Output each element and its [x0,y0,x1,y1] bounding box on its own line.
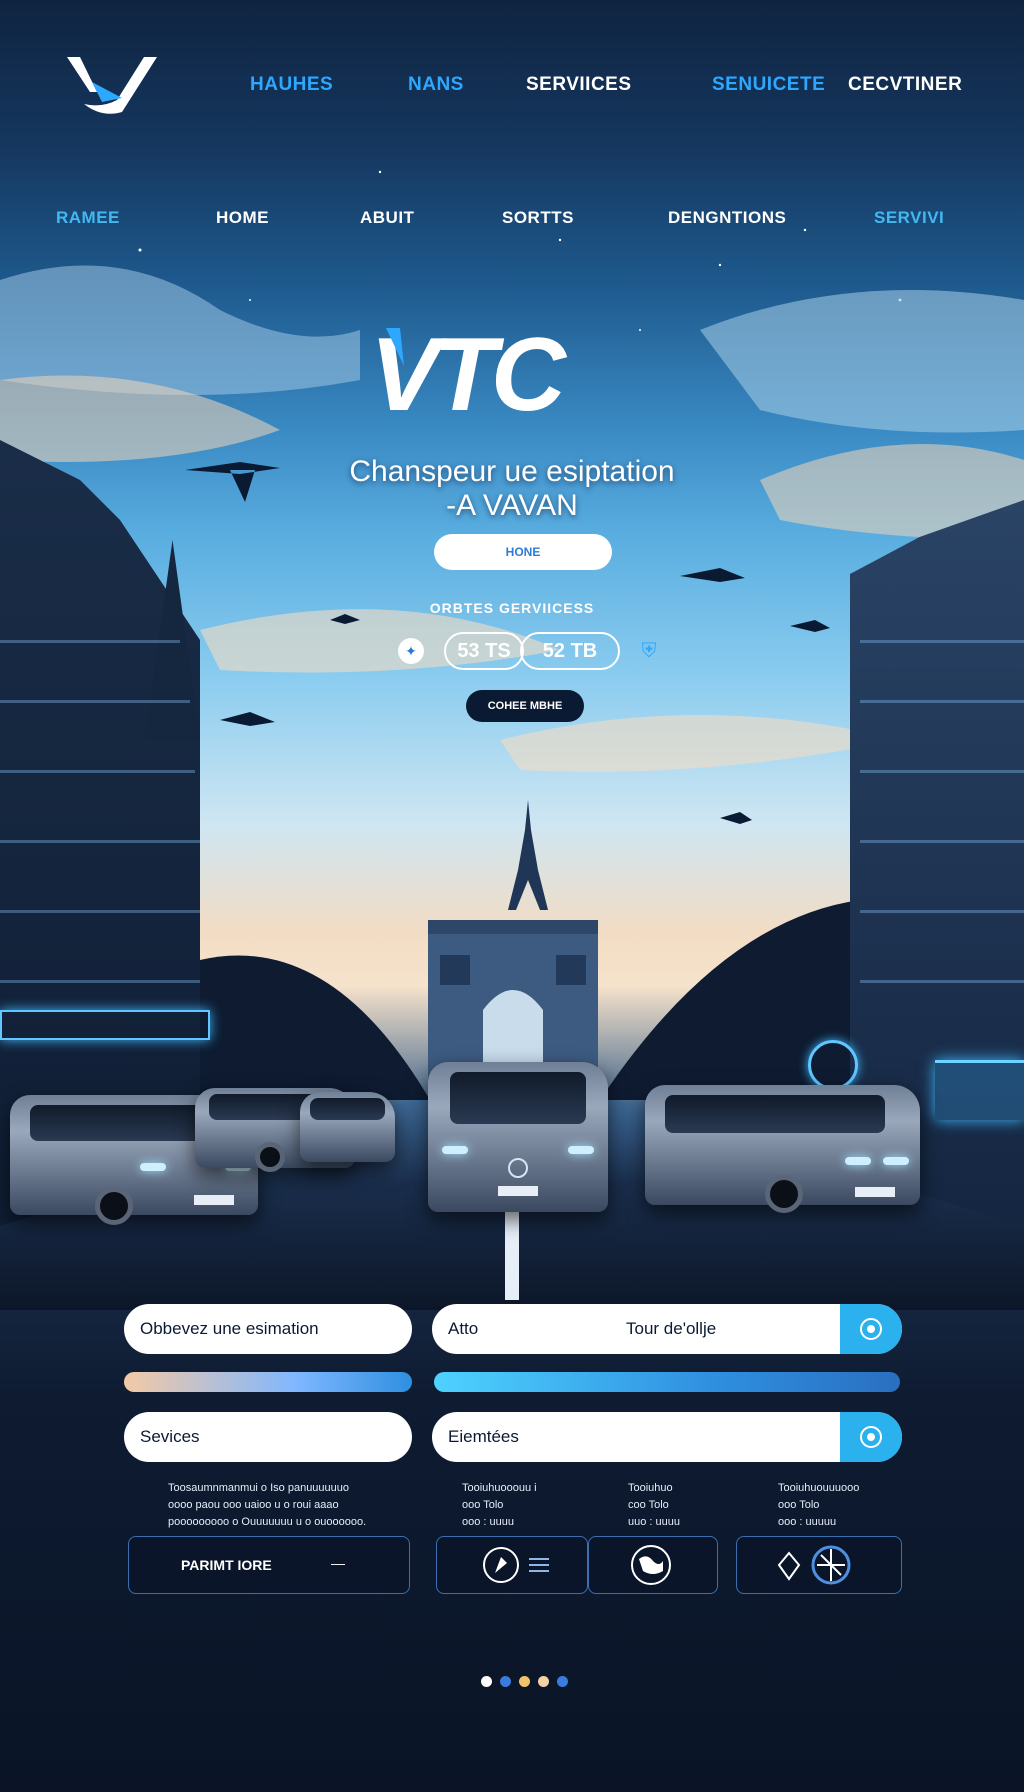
top-nav-item-cecvtiner[interactable]: CECVTINER [848,74,962,96]
top-nav-item-senuicete[interactable]: SENUICETE [712,74,825,96]
pagination-dot[interactable] [500,1676,511,1687]
info-col1-line: ooo Tolo [462,1499,504,1511]
van-left-back-2 [300,1092,395,1162]
progress-bar-left [124,1372,412,1392]
network-globe-icon [811,1545,851,1585]
hero-title: Chanspeur ue esiptation -A VAVAN [0,455,1024,523]
round-sign-right [808,1040,858,1090]
top-nav-item-nans[interactable]: NANS [408,74,464,96]
info-left-line: pooooooooo o Ouuuuuuu u o ouoooooo. [168,1516,367,1528]
primary-action-box[interactable]: PARIMT IORE — [128,1536,410,1594]
route-submit-button[interactable] [840,1304,902,1354]
brand-logo-icon[interactable] [62,52,162,122]
extras-field-label: Eiemtées [448,1427,519,1446]
info-col3-line: ooo : uuuuu [778,1516,837,1528]
estimate-field[interactable]: Obbevez une esimation [124,1304,412,1354]
van-right [645,1085,920,1213]
secondary-nav-item-ramee[interactable]: RAMEE [56,208,120,228]
info-col3-line: Tooiuhuouuuooo [778,1482,860,1494]
hero-cta-button[interactable]: COHEE MBHE [466,690,584,722]
globe-icon[interactable]: ✦ [398,638,424,664]
pagination-dot[interactable] [557,1676,568,1687]
icon-action-box-1[interactable] [436,1536,588,1594]
shield-icon[interactable]: ⛨ [636,638,662,664]
secondary-nav-item-servivi[interactable]: SERVIVI [874,208,944,228]
info-left-line: Toosaumnmanmui o Iso panuuuuuuo [168,1482,350,1494]
pagination-dot[interactable] [481,1676,492,1687]
info-left-line: oooo paou ooo uaioo u o roui aaao [168,1499,339,1511]
stat-pill-2: 52 TB [520,632,620,670]
from-field-label: Atto [448,1319,479,1338]
hero-subtitle: ORBTES GERVIICESS [429,600,595,616]
list-icon [529,1558,549,1572]
storefront-left [0,1010,210,1040]
power-icon [860,1426,882,1448]
extras-field[interactable]: Eiemtées [432,1412,902,1462]
services-field[interactable]: Sevices [124,1412,412,1462]
world-map-icon [631,1545,671,1585]
van-center [428,1062,608,1212]
info-col2-line: Tooiuhuo [628,1482,673,1494]
secondary-nav-item-abuit[interactable]: ABUIT [360,208,414,228]
info-col2-line: coo Tolo [628,1499,669,1511]
storefront-right [935,1060,1024,1120]
extras-submit-button[interactable] [840,1412,902,1462]
info-col2-line: uuo : uuuu [628,1516,680,1528]
info-column-3: Tooiuhuouuuooo ooo Tolo ooo : uuuuu [778,1480,918,1531]
pagination-dot[interactable] [538,1676,549,1687]
location-pin-icon [777,1551,801,1581]
secondary-nav-item-dengntions[interactable]: DENGNTIONS [668,208,786,228]
info-col1-line: Tooiuhuooouu i [462,1482,537,1494]
hero-vtc-logo: VTC [370,318,574,428]
top-nav-item-services[interactable]: SERVIICES [526,74,632,96]
progress-bar-right [434,1372,900,1392]
icon-action-box-3[interactable] [736,1536,902,1594]
compass-icon [483,1547,519,1583]
estimate-field-label: Obbevez une esimation [140,1319,319,1338]
primary-action-dash: — [331,1555,345,1571]
eiffel-tower [508,800,548,910]
secondary-nav-item-home[interactable]: HOME [216,208,269,228]
top-nav-item-hauhes[interactable]: HAUHES [250,74,333,96]
hero-title-line-1: Chanspeur ue esiptation [349,455,675,488]
hero-home-button[interactable]: HONE [434,534,612,570]
icon-action-box-2[interactable] [588,1536,718,1594]
hero-title-line-2: -A VAVAN [446,489,578,522]
info-text-left: Toosaumnmanmui o Iso panuuuuuuo oooo pao… [168,1480,428,1531]
stat-pill-1: 53 TS [444,632,524,670]
info-column-2: Tooiuhuo coo Tolo uuo : uuuu [628,1480,748,1531]
secondary-nav-item-sortts[interactable]: SORTTS [502,208,574,228]
info-col1-line: ooo : uuuu [462,1516,514,1528]
to-field-label: Tour de'ollje [626,1319,717,1338]
info-column-1: Tooiuhuooouu i ooo Tolo ooo : uuuu [462,1480,592,1531]
services-field-label: Sevices [140,1427,200,1446]
info-col3-line: ooo Tolo [778,1499,820,1511]
route-field[interactable]: Atto Tour de'ollje [432,1304,902,1354]
target-icon [860,1318,882,1340]
pagination-dot[interactable] [519,1676,530,1687]
primary-action-label: PARIMT IORE [181,1557,272,1573]
